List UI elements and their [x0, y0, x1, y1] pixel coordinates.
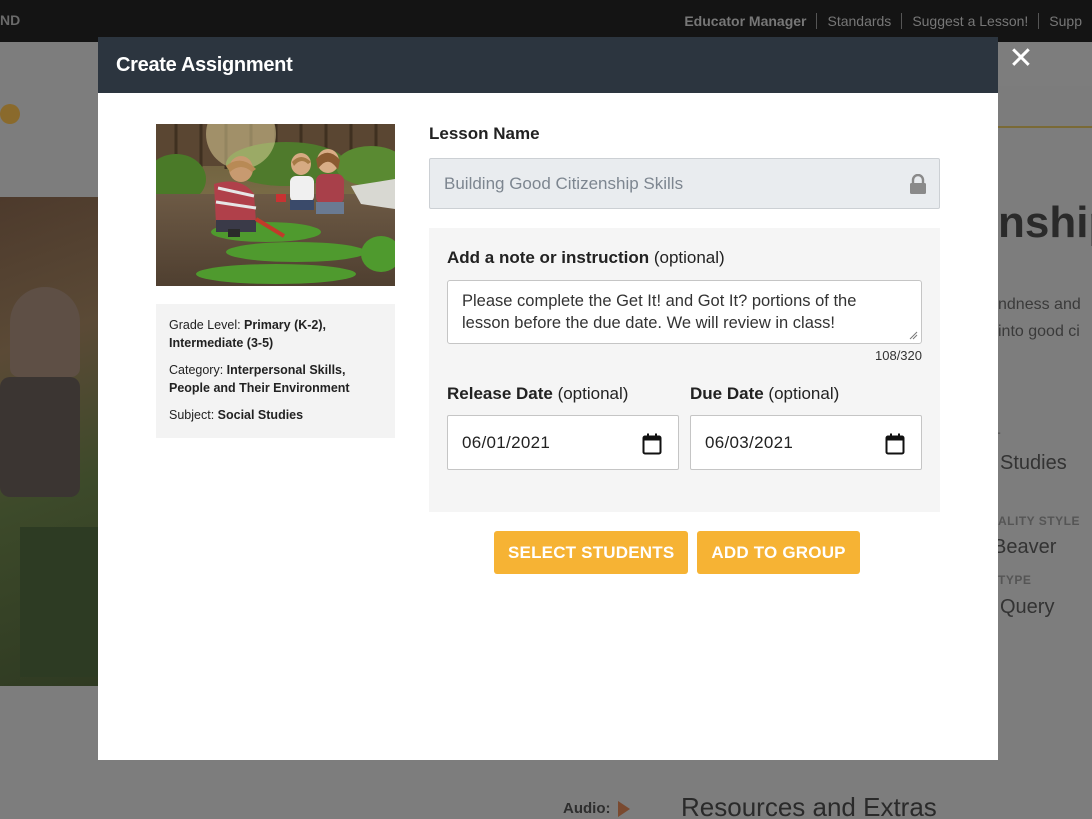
- lock-icon: [910, 174, 926, 194]
- background-nav: Educator Manager Standards Suggest a Les…: [674, 13, 1092, 29]
- background-badge-icon: [0, 104, 20, 124]
- lesson-photo: [156, 124, 395, 286]
- subject-value: Social Studies: [217, 408, 304, 422]
- calendar-icon[interactable]: [642, 433, 662, 455]
- background-meta-value: Studies: [1000, 452, 1067, 474]
- modal-header: Create Assignment: [98, 37, 998, 93]
- due-date-group: Due Date (optional) 06/03/2021: [690, 384, 922, 470]
- due-date-input[interactable]: 06/03/2021: [690, 415, 922, 470]
- background-meta-label: TYPE: [998, 573, 1032, 587]
- background-meta-label: ALITY STYLE: [998, 514, 1080, 528]
- background-meta-value: Query: [1000, 596, 1055, 618]
- assignment-form: Lesson Name Building Good Citizenship Sk…: [429, 124, 940, 512]
- note-textarea[interactable]: Please complete the Get It! and Got It? …: [447, 280, 922, 344]
- release-date-input[interactable]: 06/01/2021: [447, 415, 679, 470]
- background-audio: Audio:: [563, 800, 631, 817]
- release-date-value: 06/01/2021: [462, 432, 551, 452]
- nav-support[interactable]: Supp: [1038, 13, 1092, 29]
- note-label-text: Add a note or instruction: [447, 248, 650, 267]
- optional-text: (optional): [763, 384, 840, 403]
- background-strip: [998, 86, 1092, 128]
- lesson-info-box: Grade Level: Primary (K-2), Intermediate…: [156, 304, 395, 438]
- background-meta-value: Beaver: [993, 536, 1057, 558]
- background-page-title: nship: [998, 198, 1092, 247]
- note-panel: Add a note or instruction (optional) Ple…: [429, 228, 940, 512]
- background-lesson-photo: [0, 197, 98, 686]
- optional-text: (optional): [649, 248, 725, 267]
- background-top-bar: ND Educator Manager Standards Suggest a …: [0, 0, 1092, 42]
- subject: Subject: Social Studies: [169, 406, 382, 424]
- audio-play-icon[interactable]: [618, 800, 631, 817]
- lesson-name-field: Building Good Citizenship Skills: [429, 158, 940, 209]
- due-date-label-text: Due Date: [690, 384, 764, 403]
- grade-level-label: Grade Level:: [169, 318, 245, 332]
- add-to-group-button[interactable]: ADD TO GROUP: [697, 531, 860, 574]
- nav-educator-manager[interactable]: Educator Manager: [674, 13, 816, 29]
- category: Category: Interpersonal Skills, People a…: [169, 361, 382, 397]
- resize-grip-icon[interactable]: [909, 331, 918, 340]
- release-date-label: Release Date (optional): [447, 384, 679, 404]
- due-date-label: Due Date (optional): [690, 384, 922, 404]
- background-brand: ND: [0, 12, 21, 28]
- modal-title: Create Assignment: [116, 53, 293, 76]
- note-text: Please complete the Get It! and Got It? …: [462, 292, 857, 332]
- background-description-line: into good ci: [998, 323, 1080, 340]
- due-date-value: 06/03/2021: [705, 432, 794, 452]
- lesson-name-label: Lesson Name: [429, 124, 540, 143]
- calendar-icon[interactable]: [885, 433, 905, 455]
- release-date-group: Release Date (optional) 06/01/2021: [447, 384, 679, 470]
- date-row: Release Date (optional) 06/01/2021 Due D…: [447, 384, 922, 470]
- optional-text: (optional): [552, 384, 629, 403]
- lesson-photo-image: [156, 124, 395, 286]
- action-buttons: SELECT STUDENTS ADD TO GROUP: [494, 531, 860, 574]
- audio-label: Audio:: [563, 800, 611, 817]
- create-assignment-modal: Create Assignment Grade Level: Primary (…: [98, 37, 998, 760]
- release-date-label-text: Release Date: [447, 384, 553, 403]
- lesson-name-value: Building Good Citizenship Skills: [444, 173, 684, 193]
- character-counter: 108/320: [875, 348, 922, 363]
- grade-level: Grade Level: Primary (K-2), Intermediate…: [169, 316, 382, 352]
- select-students-button[interactable]: SELECT STUDENTS: [494, 531, 689, 574]
- nav-standards[interactable]: Standards: [816, 13, 901, 29]
- nav-suggest-lesson[interactable]: Suggest a Lesson!: [901, 13, 1038, 29]
- category-label: Category:: [169, 363, 227, 377]
- close-icon[interactable]: ✕: [1008, 44, 1034, 74]
- background-description-line: ndness and: [998, 296, 1081, 313]
- background-resources-heading: Resources and Extras: [681, 792, 937, 819]
- note-label: Add a note or instruction (optional): [447, 248, 922, 268]
- subject-label: Subject:: [169, 408, 218, 422]
